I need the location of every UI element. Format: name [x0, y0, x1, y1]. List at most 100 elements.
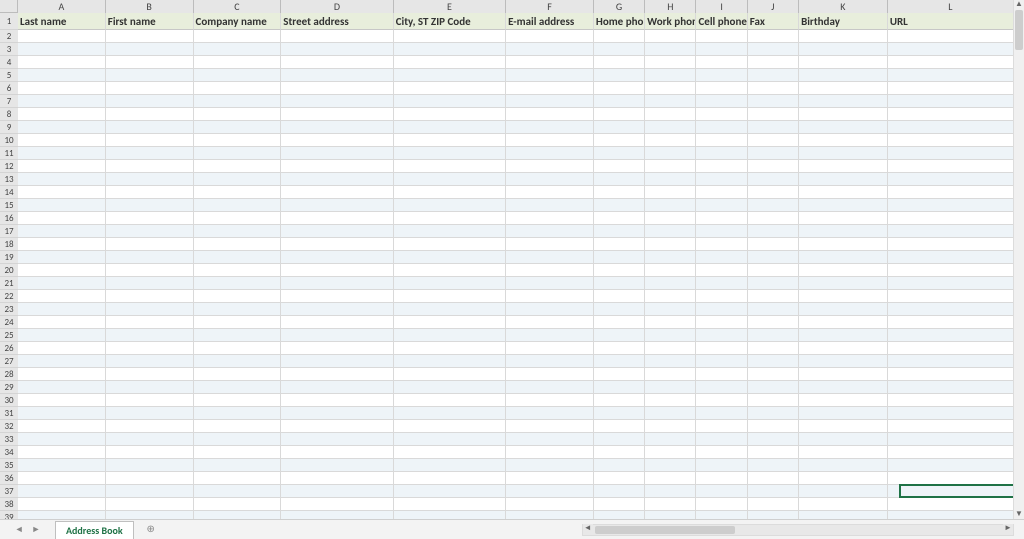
cell[interactable]: [394, 342, 506, 355]
cell[interactable]: [645, 251, 696, 264]
cell[interactable]: [799, 277, 888, 290]
cell[interactable]: [888, 173, 1014, 186]
cell[interactable]: [888, 108, 1014, 121]
cell[interactable]: [506, 264, 594, 277]
cell[interactable]: [696, 95, 747, 108]
cell[interactable]: [281, 459, 393, 472]
cell[interactable]: [194, 186, 282, 199]
cell[interactable]: [696, 199, 747, 212]
cell[interactable]: [194, 368, 282, 381]
cell[interactable]: [106, 30, 194, 43]
cell[interactable]: [799, 407, 888, 420]
cell[interactable]: [18, 277, 106, 290]
cell[interactable]: [506, 407, 594, 420]
cell[interactable]: [645, 303, 696, 316]
cell[interactable]: [696, 186, 747, 199]
cell[interactable]: [888, 420, 1014, 433]
cell[interactable]: [594, 173, 645, 186]
cell[interactable]: [696, 251, 747, 264]
column-header[interactable]: J: [748, 0, 799, 13]
cell[interactable]: [594, 355, 645, 368]
cell[interactable]: [645, 186, 696, 199]
cell[interactable]: [888, 355, 1014, 368]
cell[interactable]: [194, 30, 282, 43]
cell[interactable]: [748, 329, 799, 342]
row-header[interactable]: 24: [0, 316, 18, 329]
header-cell[interactable]: Last name: [18, 13, 106, 30]
cell[interactable]: [18, 173, 106, 186]
cell[interactable]: [394, 251, 506, 264]
cell[interactable]: [696, 329, 747, 342]
cell[interactable]: [645, 290, 696, 303]
cell[interactable]: [888, 212, 1014, 225]
cell[interactable]: [194, 264, 282, 277]
cell[interactable]: [18, 485, 106, 498]
cell[interactable]: [194, 472, 282, 485]
cell[interactable]: [106, 225, 194, 238]
cell[interactable]: [106, 485, 194, 498]
cell[interactable]: [645, 199, 696, 212]
cell[interactable]: [281, 238, 393, 251]
cell[interactable]: [106, 498, 194, 511]
cell[interactable]: [194, 108, 282, 121]
cell[interactable]: [888, 303, 1014, 316]
cell[interactable]: [106, 355, 194, 368]
cell[interactable]: [506, 30, 594, 43]
cell[interactable]: [394, 147, 506, 160]
cell[interactable]: [645, 264, 696, 277]
row-header[interactable]: 11: [0, 147, 18, 160]
cell[interactable]: [888, 433, 1014, 446]
cell[interactable]: [194, 381, 282, 394]
cell[interactable]: [799, 56, 888, 69]
row-header[interactable]: 29: [0, 381, 18, 394]
cell[interactable]: [799, 95, 888, 108]
cell[interactable]: [594, 56, 645, 69]
cell[interactable]: [748, 342, 799, 355]
cell[interactable]: [394, 173, 506, 186]
cell[interactable]: [888, 498, 1014, 511]
header-cell[interactable]: Home phone: [594, 13, 645, 30]
row-header[interactable]: 32: [0, 420, 18, 433]
cell[interactable]: [194, 225, 282, 238]
cell[interactable]: [281, 147, 393, 160]
row-header[interactable]: 7: [0, 95, 18, 108]
cell[interactable]: [106, 264, 194, 277]
cell[interactable]: [594, 147, 645, 160]
cell[interactable]: [799, 303, 888, 316]
cell[interactable]: [748, 108, 799, 121]
row-header[interactable]: 22: [0, 290, 18, 303]
cell[interactable]: [106, 251, 194, 264]
cell[interactable]: [18, 212, 106, 225]
row-header[interactable]: 13: [0, 173, 18, 186]
cell[interactable]: [748, 212, 799, 225]
row-header[interactable]: 1: [0, 13, 18, 30]
cell[interactable]: [594, 186, 645, 199]
cell[interactable]: [18, 199, 106, 212]
cell[interactable]: [594, 225, 645, 238]
horizontal-scroll-thumb[interactable]: [595, 526, 735, 534]
cell[interactable]: [696, 485, 747, 498]
row-header[interactable]: 31: [0, 407, 18, 420]
cell[interactable]: [696, 121, 747, 134]
cell[interactable]: [645, 108, 696, 121]
cell[interactable]: [18, 420, 106, 433]
cell[interactable]: [18, 264, 106, 277]
cell[interactable]: [594, 420, 645, 433]
cell[interactable]: [645, 355, 696, 368]
cell[interactable]: [506, 225, 594, 238]
cell[interactable]: [394, 394, 506, 407]
row-header[interactable]: 19: [0, 251, 18, 264]
cell[interactable]: [18, 251, 106, 264]
cell[interactable]: [106, 238, 194, 251]
cell[interactable]: [748, 186, 799, 199]
cell[interactable]: [18, 368, 106, 381]
cell[interactable]: [394, 498, 506, 511]
cell[interactable]: [18, 186, 106, 199]
cell[interactable]: [594, 407, 645, 420]
cell[interactable]: [748, 485, 799, 498]
cell[interactable]: [18, 238, 106, 251]
cell[interactable]: [888, 134, 1014, 147]
cell[interactable]: [748, 459, 799, 472]
cell[interactable]: [888, 446, 1014, 459]
cell[interactable]: [18, 56, 106, 69]
